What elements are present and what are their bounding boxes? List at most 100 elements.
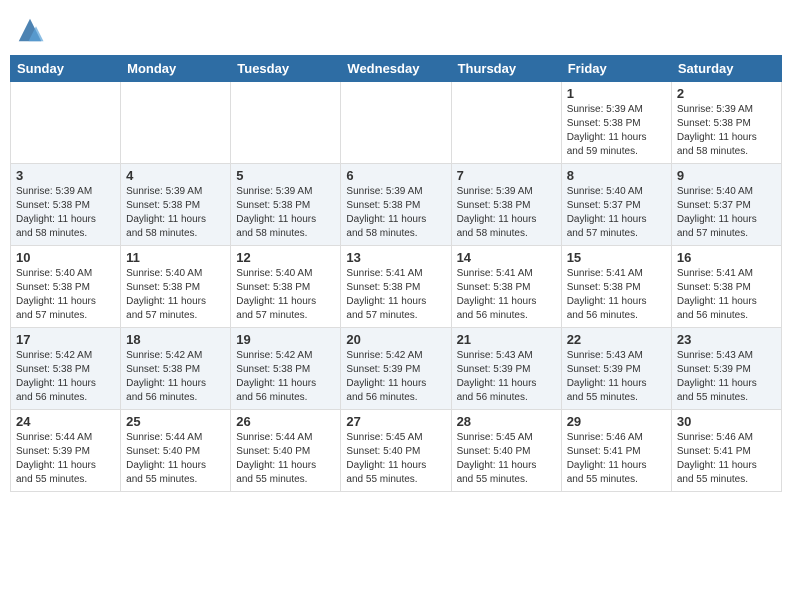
- day-info: Sunrise: 5:41 AM Sunset: 5:38 PM Dayligh…: [677, 267, 776, 323]
- day-number: 25: [126, 414, 225, 429]
- calendar-header-tuesday: Tuesday: [231, 56, 341, 82]
- calendar-cell: 7 Sunrise: 5:39 AM Sunset: 5:38 PM Daylig…: [451, 164, 561, 246]
- calendar-cell: 17 Sunrise: 5:42 AM Sunset: 5:38 PM Dayli…: [11, 328, 121, 410]
- calendar-cell: 11 Sunrise: 5:40 AM Sunset: 5:38 PM Dayli…: [121, 246, 231, 328]
- day-info: Sunrise: 5:43 AM Sunset: 5:39 PM Dayligh…: [457, 349, 556, 405]
- day-number: 15: [567, 250, 666, 265]
- day-number: 28: [457, 414, 556, 429]
- day-number: 16: [677, 250, 776, 265]
- day-info: Sunrise: 5:39 AM Sunset: 5:38 PM Dayligh…: [457, 185, 556, 241]
- calendar-cell: 25 Sunrise: 5:44 AM Sunset: 5:40 PM Dayli…: [121, 410, 231, 492]
- calendar-header-monday: Monday: [121, 56, 231, 82]
- day-info: Sunrise: 5:39 AM Sunset: 5:38 PM Dayligh…: [16, 185, 115, 241]
- day-number: 7: [457, 168, 556, 183]
- calendar-cell: 29 Sunrise: 5:46 AM Sunset: 5:41 PM Dayli…: [561, 410, 671, 492]
- day-info: Sunrise: 5:41 AM Sunset: 5:38 PM Dayligh…: [457, 267, 556, 323]
- day-number: 23: [677, 332, 776, 347]
- day-info: Sunrise: 5:44 AM Sunset: 5:39 PM Dayligh…: [16, 431, 115, 487]
- calendar-cell: [121, 82, 231, 164]
- day-number: 20: [346, 332, 445, 347]
- calendar-cell: 26 Sunrise: 5:44 AM Sunset: 5:40 PM Dayli…: [231, 410, 341, 492]
- calendar-week-row: 1 Sunrise: 5:39 AM Sunset: 5:38 PM Daylig…: [11, 82, 782, 164]
- day-info: Sunrise: 5:43 AM Sunset: 5:39 PM Dayligh…: [677, 349, 776, 405]
- day-number: 29: [567, 414, 666, 429]
- day-info: Sunrise: 5:39 AM Sunset: 5:38 PM Dayligh…: [567, 103, 666, 159]
- calendar-cell: 3 Sunrise: 5:39 AM Sunset: 5:38 PM Daylig…: [11, 164, 121, 246]
- day-number: 24: [16, 414, 115, 429]
- calendar-cell: 15Sunrise: 5:41 AM Sunset: 5:38 PM Dayli…: [561, 246, 671, 328]
- calendar-header-friday: Friday: [561, 56, 671, 82]
- calendar-week-row: 24 Sunrise: 5:44 AM Sunset: 5:39 PM Dayli…: [11, 410, 782, 492]
- day-number: 5: [236, 168, 335, 183]
- calendar-cell: 10Sunrise: 5:40 AM Sunset: 5:38 PM Dayli…: [11, 246, 121, 328]
- calendar-header-sunday: Sunday: [11, 56, 121, 82]
- day-number: 1: [567, 86, 666, 101]
- day-info: Sunrise: 5:40 AM Sunset: 5:37 PM Dayligh…: [677, 185, 776, 241]
- day-number: 27: [346, 414, 445, 429]
- day-info: Sunrise: 5:41 AM Sunset: 5:38 PM Dayligh…: [346, 267, 445, 323]
- day-number: 14: [457, 250, 556, 265]
- calendar-header-row: SundayMondayTuesdayWednesdayThursdayFrid…: [11, 56, 782, 82]
- calendar-cell: 23 Sunrise: 5:43 AM Sunset: 5:39 PM Dayli…: [671, 328, 781, 410]
- calendar-cell: 16 Sunrise: 5:41 AM Sunset: 5:38 PM Dayli…: [671, 246, 781, 328]
- day-info: Sunrise: 5:39 AM Sunset: 5:38 PM Dayligh…: [236, 185, 335, 241]
- calendar-cell: 12 Sunrise: 5:40 AM Sunset: 5:38 PM Dayli…: [231, 246, 341, 328]
- day-number: 21: [457, 332, 556, 347]
- day-number: 3: [16, 168, 115, 183]
- day-info: Sunrise: 5:43 AM Sunset: 5:39 PM Dayligh…: [567, 349, 666, 405]
- day-number: 12: [236, 250, 335, 265]
- day-info: Sunrise: 5:45 AM Sunset: 5:40 PM Dayligh…: [457, 431, 556, 487]
- day-info: Sunrise: 5:39 AM Sunset: 5:38 PM Dayligh…: [677, 103, 776, 159]
- day-info: Sunrise: 5:39 AM Sunset: 5:38 PM Dayligh…: [126, 185, 225, 241]
- day-number: 26: [236, 414, 335, 429]
- calendar-table: SundayMondayTuesdayWednesdayThursdayFrid…: [10, 55, 782, 492]
- day-number: 18: [126, 332, 225, 347]
- calendar-cell: 14 Sunrise: 5:41 AM Sunset: 5:38 PM Dayli…: [451, 246, 561, 328]
- day-info: Sunrise: 5:44 AM Sunset: 5:40 PM Dayligh…: [126, 431, 225, 487]
- calendar-cell: [451, 82, 561, 164]
- calendar-cell: 8Sunrise: 5:40 AM Sunset: 5:37 PM Daylig…: [561, 164, 671, 246]
- day-info: Sunrise: 5:44 AM Sunset: 5:40 PM Dayligh…: [236, 431, 335, 487]
- day-number: 11: [126, 250, 225, 265]
- day-info: Sunrise: 5:40 AM Sunset: 5:38 PM Dayligh…: [126, 267, 225, 323]
- calendar-header-saturday: Saturday: [671, 56, 781, 82]
- day-info: Sunrise: 5:40 AM Sunset: 5:38 PM Dayligh…: [236, 267, 335, 323]
- calendar-cell: 20 Sunrise: 5:42 AM Sunset: 5:39 PM Dayli…: [341, 328, 451, 410]
- day-info: Sunrise: 5:46 AM Sunset: 5:41 PM Dayligh…: [677, 431, 776, 487]
- calendar-cell: 6Sunrise: 5:39 AM Sunset: 5:38 PM Daylig…: [341, 164, 451, 246]
- day-info: Sunrise: 5:42 AM Sunset: 5:39 PM Dayligh…: [346, 349, 445, 405]
- calendar-cell: 30 Sunrise: 5:46 AM Sunset: 5:41 PM Dayli…: [671, 410, 781, 492]
- calendar-cell: 9 Sunrise: 5:40 AM Sunset: 5:37 PM Daylig…: [671, 164, 781, 246]
- day-number: 19: [236, 332, 335, 347]
- calendar-cell: 4 Sunrise: 5:39 AM Sunset: 5:38 PM Daylig…: [121, 164, 231, 246]
- logo: [15, 15, 47, 45]
- calendar-cell: 2 Sunrise: 5:39 AM Sunset: 5:38 PM Daylig…: [671, 82, 781, 164]
- calendar-cell: 18Sunrise: 5:42 AM Sunset: 5:38 PM Dayli…: [121, 328, 231, 410]
- day-info: Sunrise: 5:45 AM Sunset: 5:40 PM Dayligh…: [346, 431, 445, 487]
- day-info: Sunrise: 5:46 AM Sunset: 5:41 PM Dayligh…: [567, 431, 666, 487]
- calendar-cell: [231, 82, 341, 164]
- day-number: 6: [346, 168, 445, 183]
- day-number: 9: [677, 168, 776, 183]
- calendar-cell: [11, 82, 121, 164]
- calendar-header-thursday: Thursday: [451, 56, 561, 82]
- day-number: 22: [567, 332, 666, 347]
- calendar-cell: 1 Sunrise: 5:39 AM Sunset: 5:38 PM Daylig…: [561, 82, 671, 164]
- calendar-week-row: 17 Sunrise: 5:42 AM Sunset: 5:38 PM Dayli…: [11, 328, 782, 410]
- day-info: Sunrise: 5:42 AM Sunset: 5:38 PM Dayligh…: [16, 349, 115, 405]
- day-number: 17: [16, 332, 115, 347]
- day-number: 30: [677, 414, 776, 429]
- calendar-cell: 5 Sunrise: 5:39 AM Sunset: 5:38 PM Daylig…: [231, 164, 341, 246]
- day-number: 13: [346, 250, 445, 265]
- calendar-cell: 21 Sunrise: 5:43 AM Sunset: 5:39 PM Dayli…: [451, 328, 561, 410]
- calendar-cell: 24 Sunrise: 5:44 AM Sunset: 5:39 PM Dayli…: [11, 410, 121, 492]
- day-info: Sunrise: 5:40 AM Sunset: 5:37 PM Dayligh…: [567, 185, 666, 241]
- day-number: 4: [126, 168, 225, 183]
- calendar-cell: 22 Sunrise: 5:43 AM Sunset: 5:39 PM Dayli…: [561, 328, 671, 410]
- logo-icon: [15, 15, 45, 45]
- calendar-cell: 28 Sunrise: 5:45 AM Sunset: 5:40 PM Dayli…: [451, 410, 561, 492]
- calendar-cell: [341, 82, 451, 164]
- day-number: 2: [677, 86, 776, 101]
- calendar-cell: 19Sunrise: 5:42 AM Sunset: 5:38 PM Dayli…: [231, 328, 341, 410]
- day-info: Sunrise: 5:40 AM Sunset: 5:38 PM Dayligh…: [16, 267, 115, 323]
